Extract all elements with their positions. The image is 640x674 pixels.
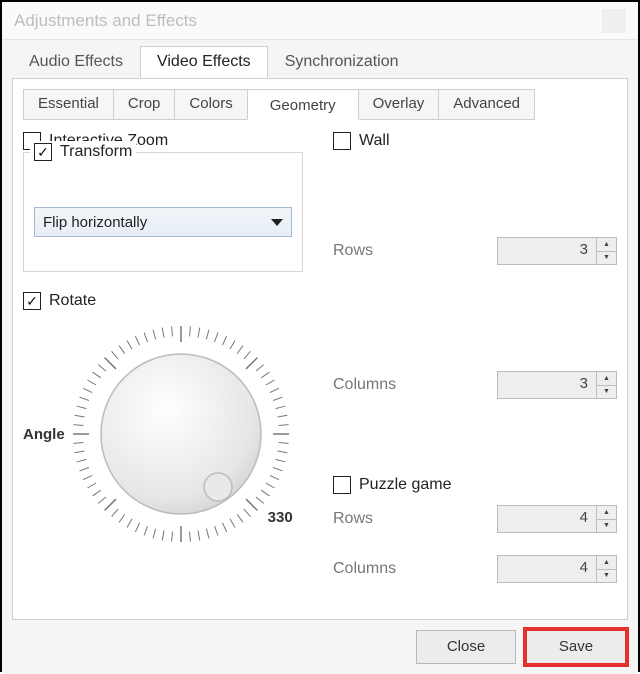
rotate-dial[interactable]: 330 <box>71 324 291 544</box>
spinner-buttons: ▲ ▼ <box>596 372 616 398</box>
wall-rows-row: Rows 3 ▲ ▼ <box>333 236 617 266</box>
chevron-down-icon <box>271 219 283 226</box>
chevron-up-icon[interactable]: ▲ <box>597 556 616 570</box>
wall-cols-label: Columns <box>333 376 423 394</box>
subtab-overlay[interactable]: Overlay <box>358 89 440 120</box>
spinner-buttons: ▲ ▼ <box>596 238 616 264</box>
spinner-buttons: ▲ ▼ <box>596 506 616 532</box>
wall-cols-spinner[interactable]: 3 ▲ ▼ <box>497 371 617 399</box>
puzzle-cols-label: Columns <box>333 560 423 578</box>
wall-rows-label: Rows <box>333 242 423 260</box>
chevron-down-icon[interactable]: ▼ <box>597 570 616 583</box>
angle-readout: 330 <box>268 509 293 526</box>
subtab-geometry[interactable]: Geometry <box>247 89 359 120</box>
window-title: Adjustments and Effects <box>14 11 197 31</box>
transform-value: Flip horizontally <box>43 214 271 231</box>
close-button[interactable]: Close <box>416 630 516 664</box>
tab-synchronization[interactable]: Synchronization <box>268 46 416 78</box>
angle-label: Angle <box>23 426 71 443</box>
chevron-down-icon[interactable]: ▼ <box>597 386 616 399</box>
subtab-advanced[interactable]: Advanced <box>438 89 535 120</box>
wall-checkbox[interactable]: Wall <box>333 132 617 150</box>
checkbox-icon <box>34 143 52 161</box>
puzzle-cols-row: Columns 4 ▲ ▼ <box>333 554 617 584</box>
transform-group: Transform Flip horizontally <box>23 152 303 272</box>
puzzle-rows-row: Rows 4 ▲ ▼ <box>333 504 617 534</box>
wall-rows-value: 3 <box>498 238 596 264</box>
transform-checkbox[interactable]: Transform <box>34 143 132 161</box>
save-button[interactable]: Save <box>526 630 626 664</box>
wall-cols-value: 3 <box>498 372 596 398</box>
main-tabs: Audio Effects Video Effects Synchronizat… <box>6 40 634 78</box>
chevron-down-icon[interactable]: ▼ <box>597 252 616 265</box>
puzzle-label: Puzzle game <box>359 476 452 494</box>
titlebar: Adjustments and Effects <box>2 2 638 40</box>
rotate-label: Rotate <box>49 292 96 310</box>
checkbox-icon <box>333 132 351 150</box>
chevron-up-icon[interactable]: ▲ <box>597 372 616 386</box>
wall-rows-spinner[interactable]: 3 ▲ ▼ <box>497 237 617 265</box>
puzzle-rows-value: 4 <box>498 506 596 532</box>
puzzle-cols-spinner[interactable]: 4 ▲ ▼ <box>497 555 617 583</box>
puzzle-rows-label: Rows <box>333 510 423 528</box>
content-area: Audio Effects Video Effects Synchronizat… <box>2 40 638 674</box>
checkbox-icon <box>333 476 351 494</box>
spinner-buttons: ▲ ▼ <box>596 556 616 582</box>
sub-tabs: Essential Crop Colors Geometry Overlay A… <box>23 89 617 120</box>
rotate-checkbox[interactable]: Rotate <box>23 292 303 310</box>
tab-video-effects[interactable]: Video Effects <box>140 46 268 78</box>
chevron-up-icon[interactable]: ▲ <box>597 238 616 252</box>
chevron-up-icon[interactable]: ▲ <box>597 506 616 520</box>
subtab-colors[interactable]: Colors <box>174 89 247 120</box>
subtab-crop[interactable]: Crop <box>113 89 176 120</box>
close-icon[interactable] <box>602 9 626 33</box>
transform-dropdown[interactable]: Flip horizontally <box>34 207 292 237</box>
subtab-essential[interactable]: Essential <box>23 89 114 120</box>
dialog-footer: Close Save <box>6 620 634 674</box>
chevron-down-icon[interactable]: ▼ <box>597 520 616 533</box>
wall-cols-row: Columns 3 ▲ ▼ <box>333 370 617 400</box>
checkbox-icon <box>23 292 41 310</box>
puzzle-cols-value: 4 <box>498 556 596 582</box>
transform-label: Transform <box>60 143 132 161</box>
video-effects-panel: Essential Crop Colors Geometry Overlay A… <box>12 78 628 620</box>
tab-audio-effects[interactable]: Audio Effects <box>12 46 140 78</box>
puzzle-checkbox[interactable]: Puzzle game <box>333 476 617 494</box>
puzzle-rows-spinner[interactable]: 4 ▲ ▼ <box>497 505 617 533</box>
wall-label: Wall <box>359 132 390 150</box>
